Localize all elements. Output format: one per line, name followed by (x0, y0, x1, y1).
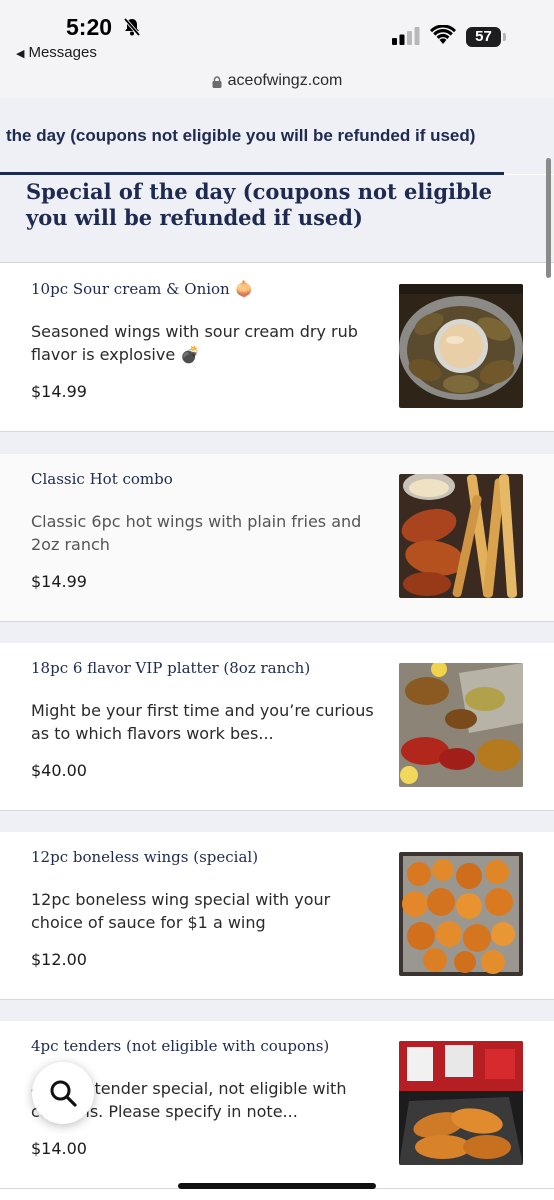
item-price: $14.00 (31, 1139, 87, 1158)
wifi-icon (430, 25, 456, 44)
item-price: $40.00 (31, 761, 87, 780)
back-to-messages-link[interactable]: ◀ Messages (16, 44, 97, 61)
tenders-photo (399, 1041, 523, 1165)
hot-wings-fries-photo (399, 474, 523, 598)
battery-indicator: 57 (466, 27, 506, 47)
search-button[interactable] (32, 1062, 94, 1124)
item-name-text: 10pc Sour cream & Onion (31, 280, 230, 298)
home-indicator[interactable] (178, 1183, 376, 1189)
bell-slash-icon (123, 17, 141, 37)
menu-item[interactable]: 12pc boneless wings (special) 12pc bonel… (0, 832, 554, 1000)
back-triangle-icon: ◀ (16, 48, 25, 60)
item-spacer (0, 1000, 554, 1021)
item-name: 4pc tenders (not eligible with coupons) (31, 1037, 330, 1055)
item-price: $12.00 (31, 950, 87, 969)
item-spacer (0, 622, 554, 643)
category-tabs[interactable]: the day (coupons not eligible you will b… (0, 98, 554, 174)
item-name: 10pc Sour cream & Onion 🧅 (31, 280, 371, 298)
boneless-wings-photo (399, 852, 523, 976)
item-price: $14.99 (31, 572, 87, 591)
item-price: $14.99 (31, 382, 87, 401)
item-description: Seasoned wings with sour cream dry rub f… (31, 322, 358, 364)
back-link-label: Messages (28, 44, 97, 61)
menu-item[interactable]: 18pc 6 flavor VIP platter (8oz ranch) Mi… (0, 643, 554, 811)
status-time: 5:20 (66, 14, 113, 40)
item-spacer (0, 432, 554, 454)
url-text: aceofwingz.com (227, 72, 343, 89)
wings-with-dip-photo (399, 284, 523, 408)
lock-icon (212, 76, 222, 88)
section-title: Special of the day (coupons not eligible… (26, 179, 493, 230)
menu-item[interactable]: 10pc Sour cream & Onion 🧅 Seasoned wings… (0, 264, 554, 432)
item-name: 12pc boneless wings (special) (31, 848, 259, 866)
status-bar: 5:20 ◀ Messages 57 (0, 0, 554, 64)
item-description: Classic 6pc hot wings with plain fries a… (31, 512, 362, 554)
item-name: Classic Hot combo (31, 470, 173, 488)
onion-emoji: 🧅 (234, 280, 254, 298)
battery-nub (503, 33, 506, 41)
scrollbar[interactable] (546, 158, 551, 278)
menu-item[interactable]: Classic Hot combo Classic 6pc hot wings … (0, 454, 554, 622)
item-description: Might be your first time and you’re curi… (31, 701, 374, 743)
address-bar[interactable]: aceofwingz.com (0, 64, 554, 98)
tab-special-of-the-day[interactable]: the day (coupons not eligible you will b… (6, 126, 475, 146)
wing-platter-photo (399, 663, 523, 787)
item-description: 12pc boneless wing special with your cho… (31, 890, 331, 932)
cellular-signal-icon (392, 27, 420, 45)
search-icon (50, 1080, 77, 1107)
item-name: 18pc 6 flavor VIP platter (8oz ranch) (31, 659, 311, 677)
item-spacer (0, 811, 554, 832)
section-header: Special of the day (coupons not eligible… (0, 175, 554, 263)
battery-level: 57 (466, 27, 501, 47)
